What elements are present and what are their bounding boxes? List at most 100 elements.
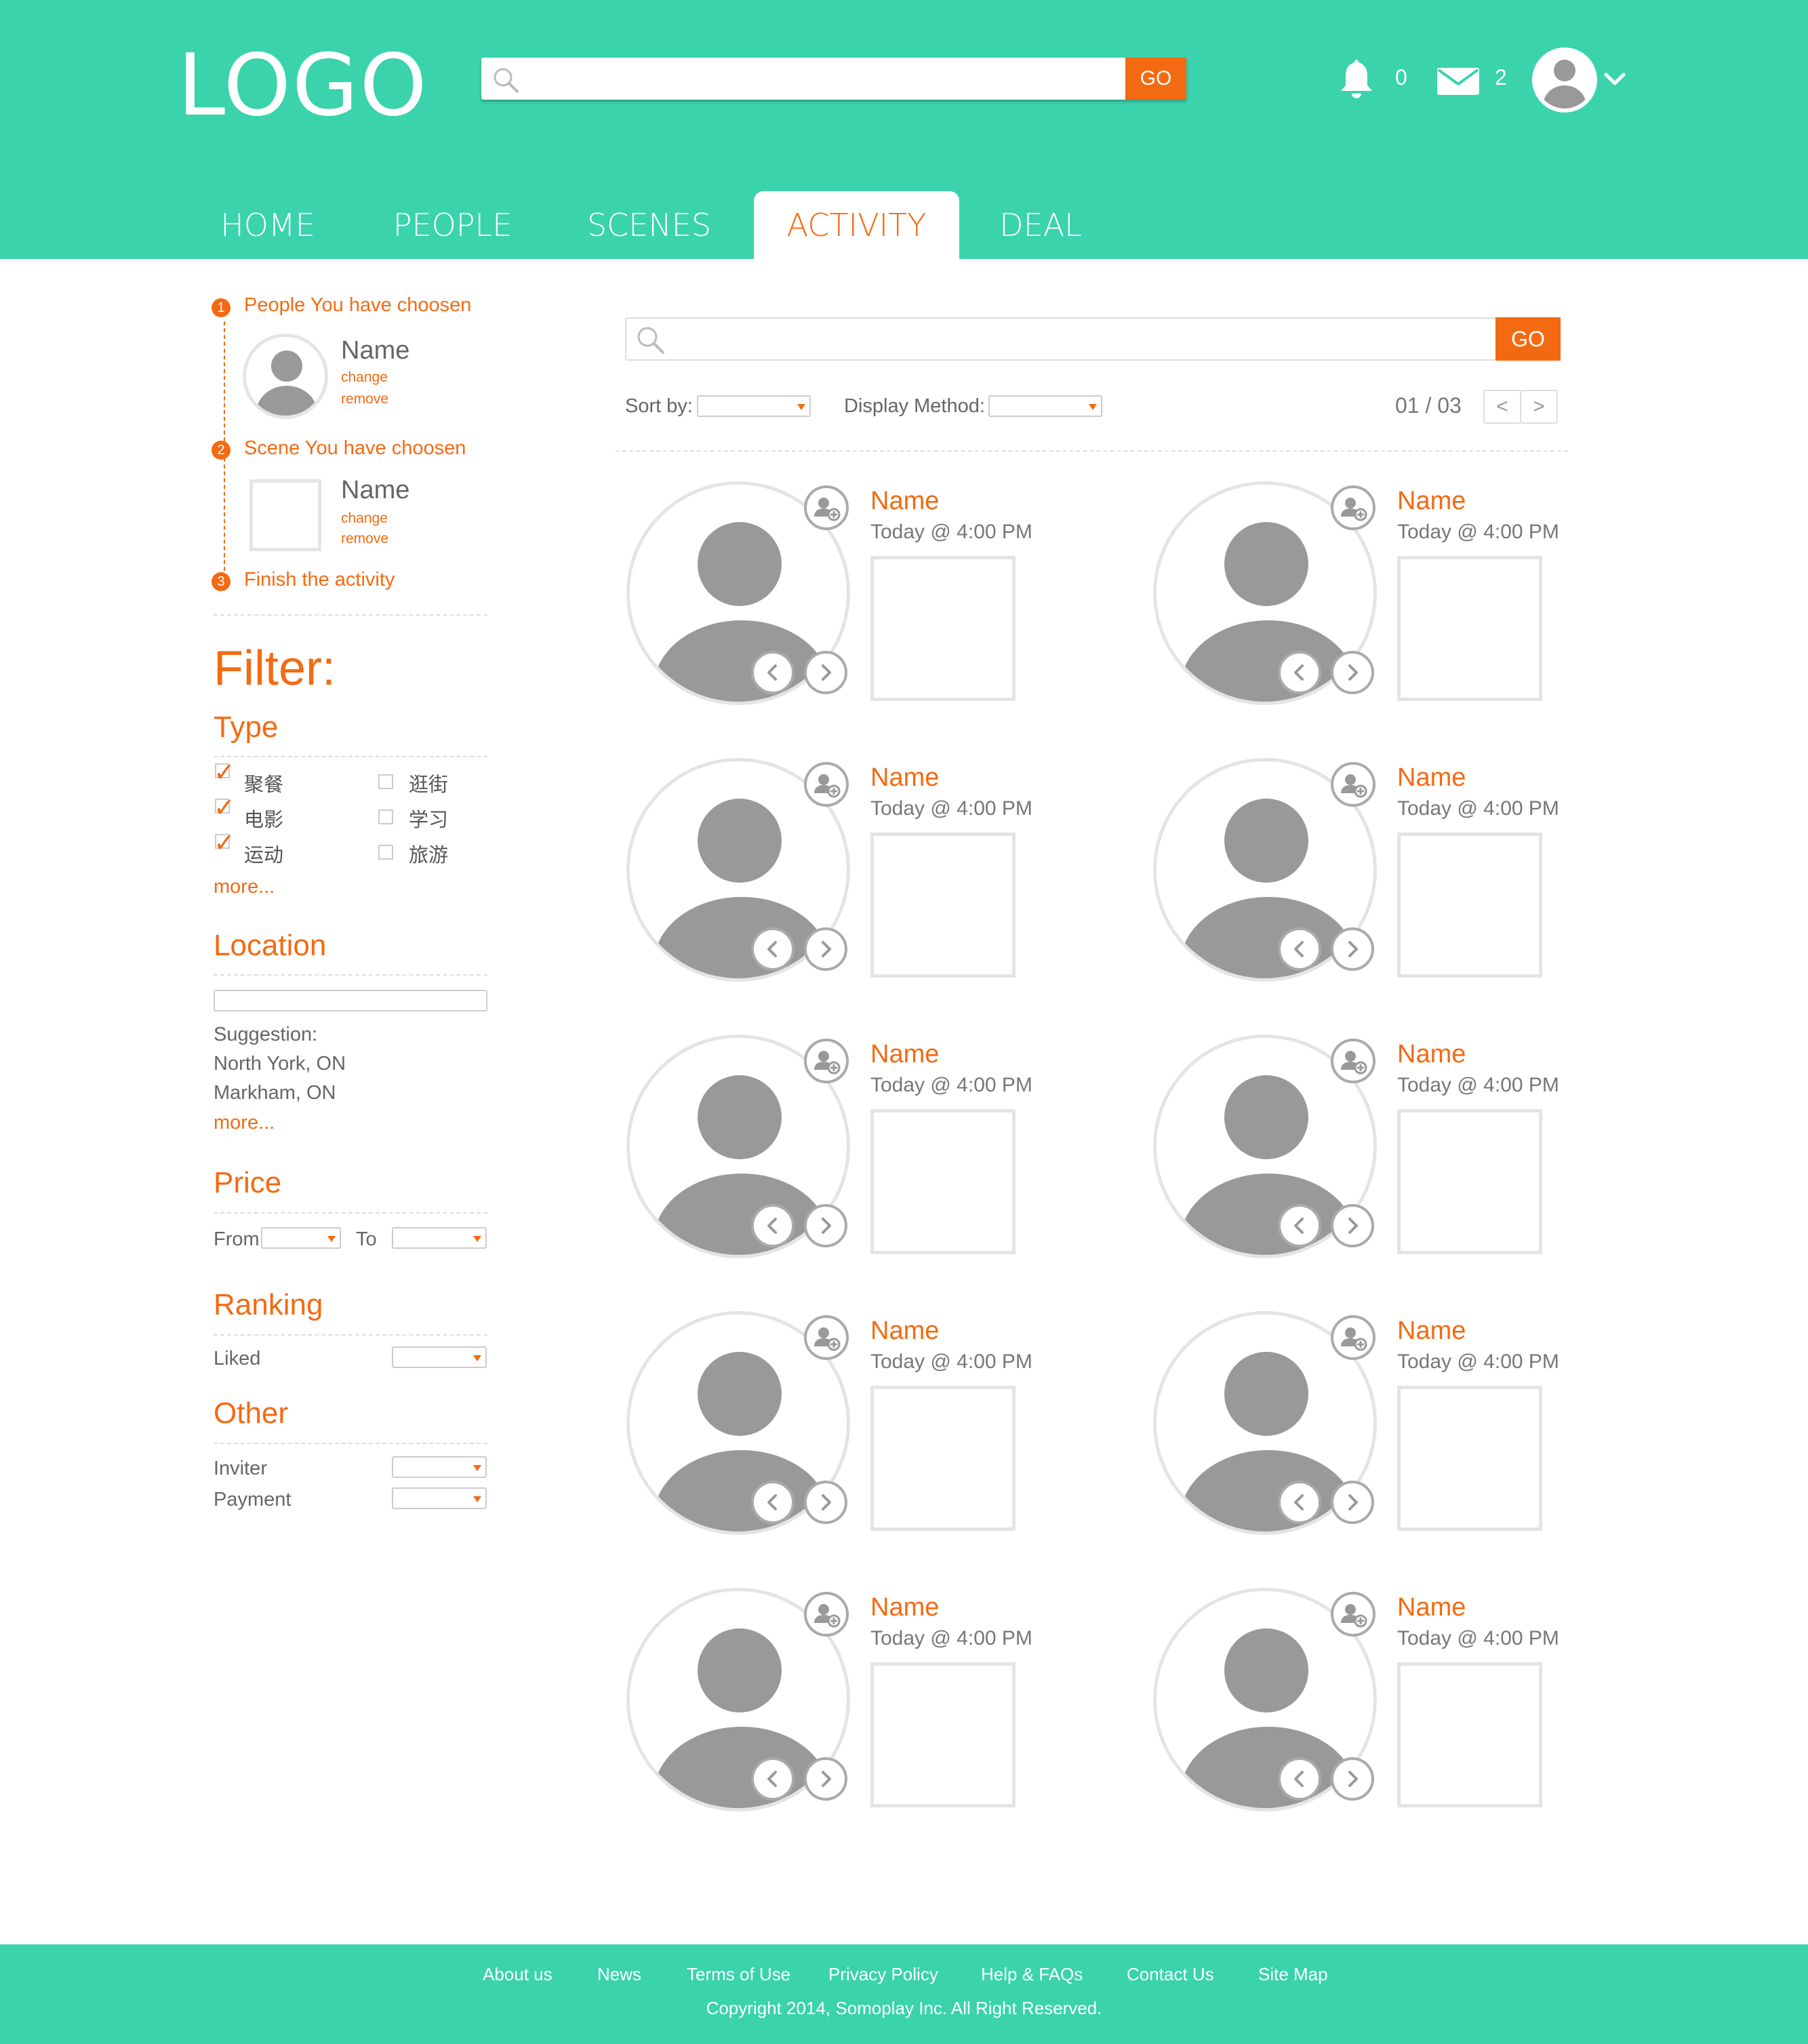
- prev-page-button[interactable]: <: [1483, 390, 1521, 424]
- activity-card[interactable]: Name Today @ 4:00 PM: [1153, 758, 1682, 988]
- header-search-input[interactable]: [529, 63, 1125, 94]
- chevron-right-icon[interactable]: [1331, 927, 1374, 971]
- next-page-button[interactable]: >: [1520, 390, 1558, 424]
- footer-link-about[interactable]: About us: [483, 1964, 553, 1985]
- ranking-liked-select[interactable]: [392, 1346, 487, 1368]
- suggestion-item[interactable]: North York, ON: [214, 1053, 346, 1075]
- chevron-left-icon[interactable]: [1278, 1481, 1321, 1524]
- finish-activity-link[interactable]: Finish the activity: [244, 569, 395, 591]
- chevron-left-icon[interactable]: [1278, 1204, 1321, 1247]
- chevron-left-icon[interactable]: [1278, 1757, 1321, 1801]
- add-person-icon[interactable]: [804, 1039, 849, 1083]
- footer-link-help[interactable]: Help & FAQs: [981, 1964, 1083, 1985]
- footer-link-terms[interactable]: Terms of Use: [687, 1964, 790, 1985]
- chevron-right-icon[interactable]: [804, 927, 847, 971]
- add-person-icon[interactable]: [804, 1315, 849, 1360]
- tab-deal[interactable]: DEAL: [983, 191, 1098, 259]
- card-name[interactable]: Name: [870, 487, 939, 516]
- type-checkbox[interactable]: [378, 809, 393, 824]
- chevron-right-icon[interactable]: [1331, 1204, 1374, 1247]
- card-name[interactable]: Name: [870, 763, 939, 793]
- chevron-left-icon[interactable]: [751, 927, 795, 971]
- add-person-icon[interactable]: [1331, 485, 1375, 530]
- scene-thumbnail[interactable]: [1397, 556, 1542, 701]
- card-name[interactable]: Name: [1397, 763, 1466, 793]
- chevron-left-icon[interactable]: [751, 651, 795, 694]
- card-name[interactable]: Name: [870, 1040, 939, 1069]
- logo[interactable]: LOGO: [178, 35, 428, 135]
- chevron-left-icon[interactable]: [751, 1204, 795, 1247]
- scene-thumbnail[interactable]: [1397, 833, 1542, 978]
- footer-link-contact[interactable]: Contact Us: [1127, 1964, 1214, 1985]
- scene-thumbnail[interactable]: [870, 833, 1016, 978]
- chosen-scene-thumbnail[interactable]: [249, 479, 321, 551]
- scene-thumbnail[interactable]: [870, 556, 1016, 701]
- inviter-select[interactable]: [392, 1456, 487, 1478]
- add-person-icon[interactable]: [1331, 1592, 1375, 1637]
- change-link[interactable]: change: [341, 369, 388, 386]
- scene-thumbnail[interactable]: [870, 1662, 1016, 1807]
- chevron-right-icon[interactable]: [1331, 651, 1374, 694]
- card-name[interactable]: Name: [1397, 1040, 1466, 1069]
- price-from-select[interactable]: [261, 1227, 341, 1249]
- add-person-icon[interactable]: [1331, 1039, 1375, 1083]
- card-name[interactable]: Name: [1397, 487, 1466, 516]
- chevron-right-icon[interactable]: [804, 651, 847, 694]
- add-person-icon[interactable]: [804, 1592, 849, 1637]
- activity-card[interactable]: Name Today @ 4:00 PM: [626, 1035, 1155, 1265]
- chevron-left-icon[interactable]: [751, 1481, 795, 1524]
- add-person-icon[interactable]: [804, 485, 849, 530]
- main-search-input[interactable]: [677, 324, 1437, 354]
- type-checkbox[interactable]: [378, 845, 393, 860]
- chevron-left-icon[interactable]: [1278, 927, 1321, 971]
- tab-activity[interactable]: ACTIVITY: [754, 191, 959, 259]
- scene-thumbnail[interactable]: [1397, 1662, 1542, 1807]
- scene-thumbnail[interactable]: [870, 1109, 1016, 1254]
- location-input[interactable]: [214, 990, 487, 1011]
- bell-icon[interactable]: [1338, 57, 1375, 100]
- chevron-down-icon[interactable]: [1603, 71, 1626, 87]
- payment-select[interactable]: [392, 1487, 487, 1509]
- activity-card[interactable]: Name Today @ 4:00 PM: [1153, 1588, 1682, 1818]
- footer-link-privacy[interactable]: Privacy Policy: [828, 1964, 938, 1985]
- chevron-left-icon[interactable]: [1278, 651, 1321, 694]
- display-method-select[interactable]: [988, 395, 1102, 417]
- footer-link-news[interactable]: News: [597, 1964, 641, 1985]
- main-search-button[interactable]: GO: [1495, 317, 1561, 361]
- card-name[interactable]: Name: [1397, 1593, 1466, 1622]
- activity-card[interactable]: Name Today @ 4:00 PM: [626, 1588, 1155, 1818]
- scene-thumbnail[interactable]: [1397, 1109, 1542, 1254]
- price-to-select[interactable]: [392, 1227, 487, 1249]
- type-more-link[interactable]: more...: [214, 876, 275, 898]
- chevron-right-icon[interactable]: [804, 1204, 847, 1247]
- activity-card[interactable]: Name Today @ 4:00 PM: [1153, 1035, 1682, 1265]
- chosen-person-avatar[interactable]: [243, 334, 328, 419]
- chevron-right-icon[interactable]: [1331, 1481, 1374, 1524]
- sort-select[interactable]: [697, 395, 811, 417]
- activity-card[interactable]: Name Today @ 4:00 PM: [626, 758, 1155, 988]
- chevron-right-icon[interactable]: [1331, 1757, 1374, 1801]
- add-person-icon[interactable]: [804, 762, 849, 807]
- remove-link[interactable]: remove: [341, 531, 388, 547]
- card-name[interactable]: Name: [1397, 1317, 1466, 1346]
- tab-people[interactable]: PEOPLE: [380, 191, 525, 259]
- user-avatar[interactable]: [1532, 47, 1597, 113]
- suggestion-item[interactable]: Markham, ON: [214, 1082, 336, 1104]
- activity-card[interactable]: Name Today @ 4:00 PM: [1153, 1311, 1682, 1542]
- activity-card[interactable]: Name Today @ 4:00 PM: [1153, 481, 1682, 712]
- add-person-icon[interactable]: [1331, 762, 1375, 807]
- remove-link[interactable]: remove: [341, 391, 388, 407]
- footer-link-sitemap[interactable]: Site Map: [1258, 1964, 1328, 1985]
- card-name[interactable]: Name: [870, 1593, 939, 1622]
- activity-card[interactable]: Name Today @ 4:00 PM: [626, 481, 1155, 712]
- activity-card[interactable]: Name Today @ 4:00 PM: [626, 1311, 1155, 1542]
- scene-thumbnail[interactable]: [1397, 1386, 1542, 1531]
- header-search-button[interactable]: GO: [1125, 58, 1186, 100]
- chevron-right-icon[interactable]: [804, 1481, 847, 1524]
- tab-scenes[interactable]: SCENES: [569, 191, 729, 259]
- type-checkbox[interactable]: [378, 774, 393, 789]
- mail-icon[interactable]: [1437, 68, 1479, 95]
- chevron-left-icon[interactable]: [751, 1757, 795, 1801]
- chevron-right-icon[interactable]: [804, 1757, 847, 1801]
- card-name[interactable]: Name: [870, 1317, 939, 1346]
